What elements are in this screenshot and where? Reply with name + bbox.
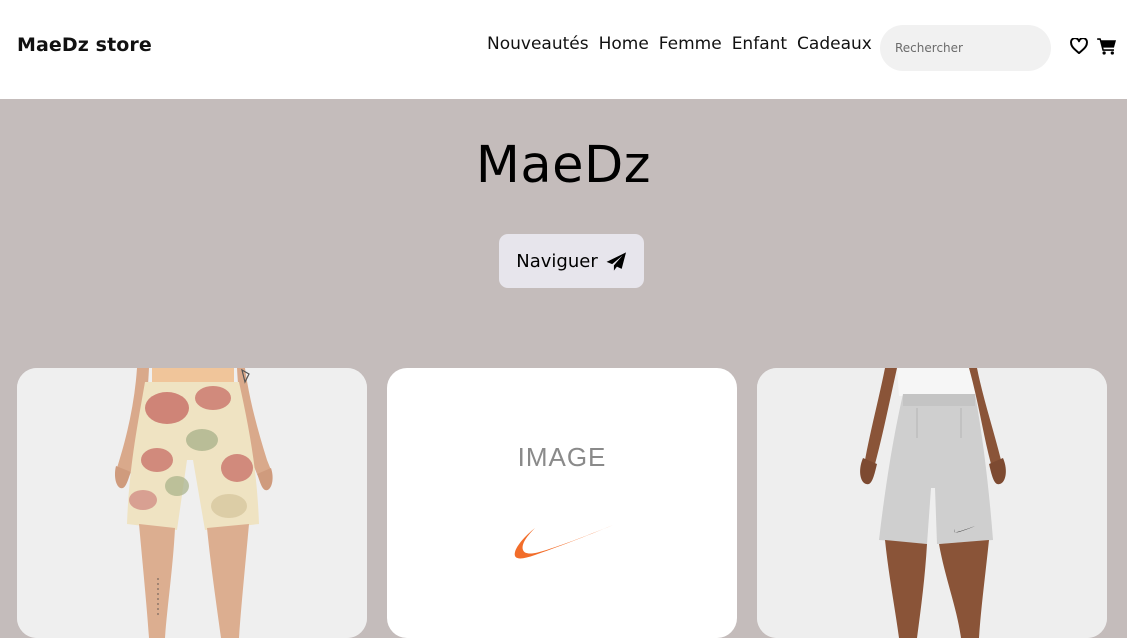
paper-plane-icon — [606, 251, 626, 271]
cart-button[interactable] — [1097, 36, 1117, 56]
nav-link-enfant[interactable]: Enfant — [732, 34, 787, 54]
navigate-button[interactable]: Naviguer — [499, 234, 644, 288]
main-nav: Nouveautés Home Femme Enfant Cadeaux — [487, 34, 872, 54]
heart-icon — [1070, 38, 1088, 54]
product-card-nike-placeholder[interactable]: IMAGE — [387, 368, 737, 638]
nav-link-femme[interactable]: Femme — [659, 34, 722, 54]
wishlist-button[interactable] — [1069, 36, 1089, 56]
search-input[interactable] — [880, 25, 1051, 71]
tie-dye-shorts-image — [17, 368, 367, 638]
site-header: MaeDz store Nouveautés Home Femme Enfant… — [0, 0, 1127, 99]
grey-shorts-image — [757, 368, 1107, 638]
hero-title: MaeDz — [475, 136, 652, 195]
nav-link-cadeaux[interactable]: Cadeaux — [797, 34, 872, 54]
brand-logo[interactable]: MaeDz store — [17, 34, 152, 56]
nav-link-nouveautes[interactable]: Nouveautés — [487, 34, 589, 54]
navigate-button-label: Naviguer — [516, 250, 598, 272]
product-card-tie-dye-shorts[interactable] — [17, 368, 367, 638]
nike-swoosh-logo — [514, 525, 613, 559]
nav-link-home[interactable]: Home — [599, 34, 649, 54]
cart-icon — [1097, 38, 1116, 55]
product-card-grey-shorts[interactable] — [757, 368, 1107, 638]
